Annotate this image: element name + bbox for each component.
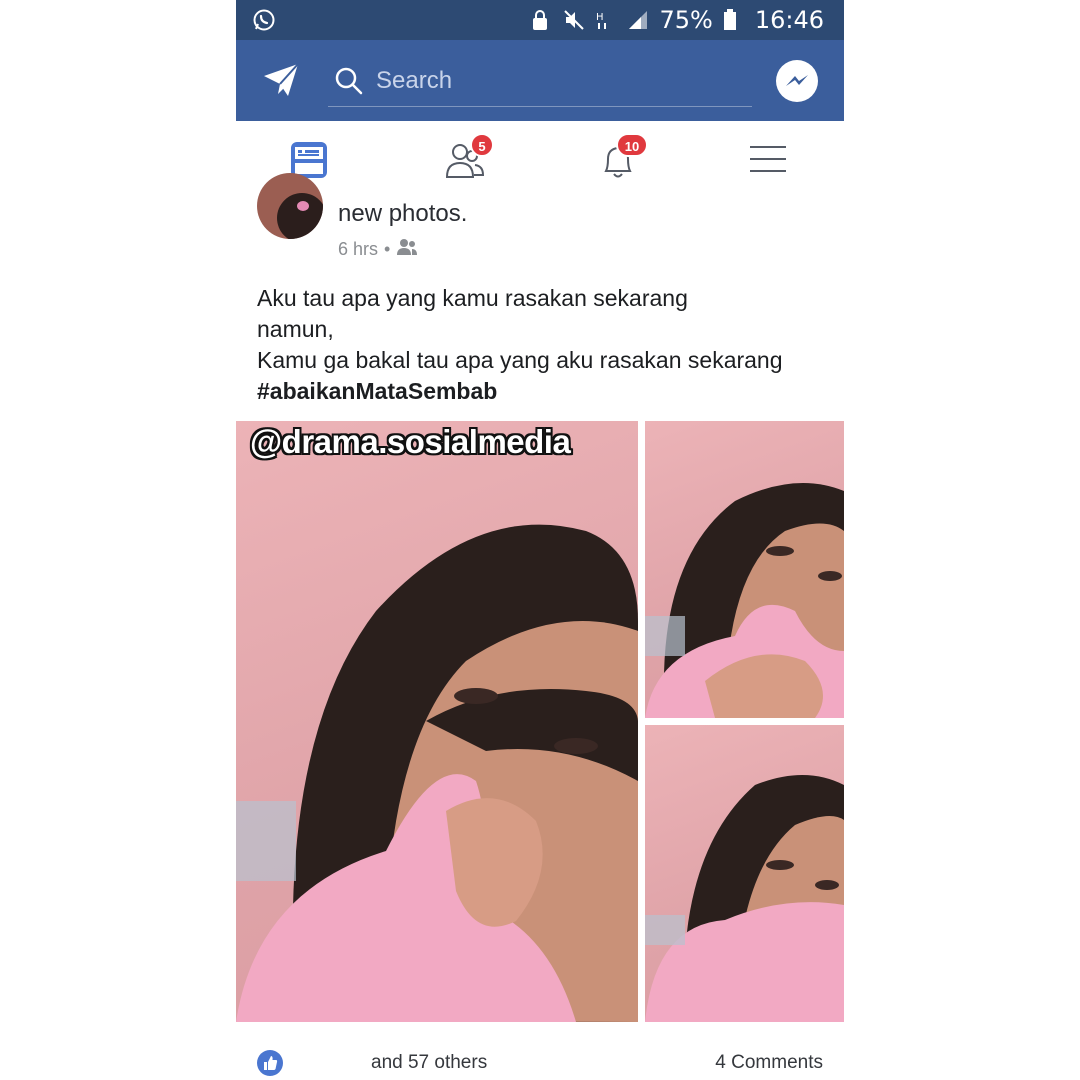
comments-count[interactable]: 4 Comments <box>715 1052 823 1074</box>
search-bar[interactable] <box>328 62 752 107</box>
app-header <box>236 40 844 121</box>
mute-icon <box>563 9 585 31</box>
watermark-text: @drama.sosialmedia <box>250 423 571 460</box>
post-body: Aku tau apa yang kamu rasakan sekarang n… <box>257 283 827 407</box>
signal-icon <box>627 9 649 31</box>
tab-menu[interactable] <box>748 139 808 187</box>
post-photo-bottom-right[interactable] <box>645 725 844 1022</box>
network-h-icon: H <box>595 9 617 31</box>
post-body-line: Kamu ga bakal tau apa yang aku rasakan s… <box>257 347 783 373</box>
reactions-count[interactable]: and 57 others <box>371 1052 487 1074</box>
lock-icon <box>531 9 553 31</box>
post-photo-top-right[interactable] <box>645 421 844 718</box>
bell-icon <box>596 146 640 187</box>
phone-screen: H 75% 16:46 Search 5 10 new photos. 6 hr… <box>236 0 844 1080</box>
like-reaction-icon[interactable] <box>257 1050 283 1076</box>
search-icon <box>334 66 364 101</box>
battery-icon <box>723 9 745 31</box>
meta-separator: • <box>384 239 391 259</box>
avatar[interactable] <box>257 173 323 239</box>
notifications-badge: 10 <box>616 133 648 157</box>
friends-audience-icon <box>396 238 418 261</box>
whatsapp-icon <box>252 8 276 37</box>
search-input[interactable] <box>374 64 738 98</box>
friend-requests-badge: 5 <box>470 133 494 157</box>
post-body-line: namun, <box>257 316 334 342</box>
paper-plane-icon[interactable] <box>262 62 302 103</box>
post-meta: 6 hrs • <box>338 238 418 261</box>
post-photo-main[interactable] <box>236 421 638 1022</box>
svg-text:H: H <box>596 12 604 23</box>
hashtag-link[interactable]: #abaikanMataSembab <box>257 376 827 407</box>
status-bar: H 75% 16:46 <box>236 0 844 40</box>
tab-notifications[interactable]: 10 <box>596 133 656 187</box>
post-time[interactable]: 6 hrs <box>338 239 378 260</box>
post-action-text: new photos. <box>338 200 468 227</box>
hamburger-menu-icon <box>748 146 788 183</box>
tab-bar: 5 10 <box>236 121 844 201</box>
battery-percent: 75% <box>659 6 713 34</box>
messenger-icon[interactable] <box>776 60 818 102</box>
tab-friends[interactable]: 5 <box>442 133 502 187</box>
friends-icon <box>442 144 488 185</box>
clock: 16:46 <box>754 6 824 34</box>
post-body-line: Aku tau apa yang kamu rasakan sekarang <box>257 285 688 311</box>
